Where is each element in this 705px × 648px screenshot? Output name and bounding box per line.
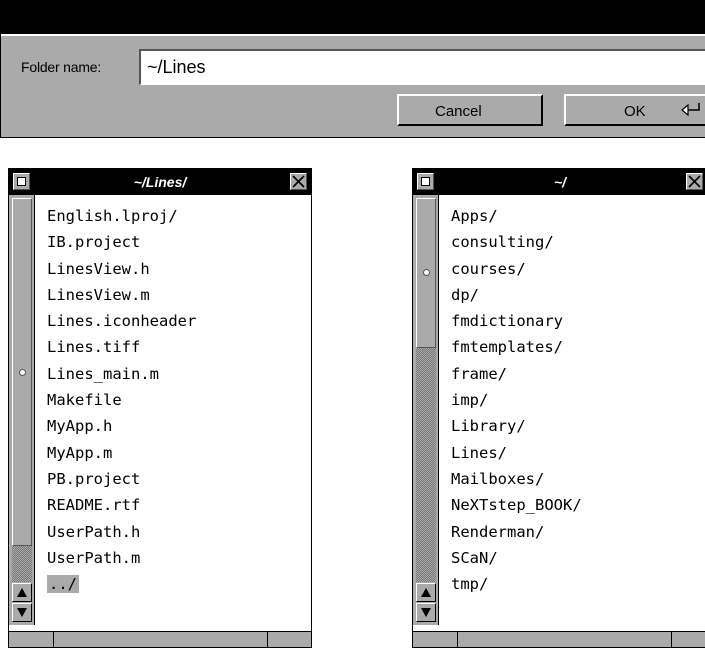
list-item[interactable]: dp/	[443, 282, 582, 308]
arrow-down-icon	[421, 608, 431, 617]
list-item[interactable]: fmdictionary	[443, 308, 582, 334]
close-icon	[292, 175, 305, 188]
bottom-bar-divider	[457, 632, 458, 647]
browser-lines-list: English.lproj/ IB.project LinesView.h Li…	[39, 203, 196, 597]
list-item[interactable]: Renderman/	[443, 519, 582, 545]
arrow-up-icon	[17, 588, 27, 597]
list-item[interactable]: Lines.iconheader	[39, 308, 196, 334]
close-icon	[688, 175, 701, 188]
scroll-knob-dimple	[19, 369, 26, 376]
return-key-icon	[680, 101, 702, 121]
bottom-bar-divider	[671, 632, 672, 647]
browser-lines-window: ~/Lines/ English.lproj/ IB.project Lines…	[8, 168, 312, 648]
browser-home-list: Apps/ consulting/ courses/ dp/ fmdiction…	[443, 203, 582, 597]
list-item[interactable]: README.rtf	[39, 492, 196, 518]
browser-lines-title: ~/Lines/	[133, 174, 187, 190]
list-item[interactable]: frame/	[443, 361, 582, 387]
list-item[interactable]: Makefile	[39, 387, 196, 413]
browser-home-scroller[interactable]	[413, 195, 439, 625]
list-item[interactable]: LinesView.m	[39, 282, 196, 308]
list-item[interactable]: imp/	[443, 387, 582, 413]
list-item[interactable]: Lines_main.m	[39, 361, 196, 387]
scroll-trough[interactable]	[12, 546, 32, 582]
close-button[interactable]	[290, 173, 307, 190]
list-item[interactable]: tmp/	[443, 571, 582, 597]
scroll-knob-dimple	[423, 269, 430, 276]
scroll-down-button[interactable]	[416, 603, 436, 622]
arrow-down-icon	[17, 608, 27, 617]
list-item[interactable]: consulting/	[443, 229, 582, 255]
list-item[interactable]: courses/	[443, 256, 582, 282]
list-item[interactable]: Library/	[443, 413, 582, 439]
browser-lines-titlebar[interactable]: ~/Lines/	[9, 169, 311, 195]
cancel-button-label: Cancel	[435, 103, 482, 120]
ok-button-label: OK	[624, 103, 646, 120]
list-item[interactable]: Apps/	[443, 203, 582, 229]
list-item[interactable]: NeXTstep_BOOK/	[443, 492, 582, 518]
scroll-down-button[interactable]	[12, 603, 32, 622]
scroll-trough[interactable]	[416, 348, 436, 582]
scroll-up-button[interactable]	[12, 583, 32, 602]
arrow-up-icon	[421, 588, 431, 597]
list-item[interactable]: UserPath.m	[39, 545, 196, 571]
scroll-knob[interactable]	[12, 198, 32, 546]
folder-name-label: Folder name:	[21, 59, 102, 75]
browser-lines-scroller[interactable]	[9, 195, 35, 625]
browser-home-window: ~/ Apps/ consulting/ courses/ dp/ fmdict…	[412, 168, 705, 648]
list-item-selected[interactable]: ../	[39, 571, 196, 597]
browser-home-title: ~/	[553, 174, 567, 190]
list-item[interactable]: fmtemplates/	[443, 334, 582, 360]
list-item[interactable]: MyApp.m	[39, 440, 196, 466]
folder-name-input[interactable]: ~/Lines	[139, 49, 705, 85]
list-item[interactable]: SCaN/	[443, 545, 582, 571]
scroll-knob[interactable]	[416, 198, 436, 348]
list-item[interactable]: IB.project	[39, 229, 196, 255]
browser-home-titlebar[interactable]: ~/	[413, 169, 705, 195]
list-item[interactable]: LinesView.h	[39, 256, 196, 282]
list-item[interactable]: Lines.tiff	[39, 334, 196, 360]
list-item[interactable]: English.lproj/	[39, 203, 196, 229]
browser-home-bottom-bar	[413, 631, 705, 647]
browser-lines-bottom-bar	[9, 631, 311, 647]
list-item[interactable]: MyApp.h	[39, 413, 196, 439]
scroll-up-button[interactable]	[416, 583, 436, 602]
folder-name-panel: Folder name: ~/Lines Cancel OK	[0, 0, 705, 138]
list-item[interactable]: PB.project	[39, 466, 196, 492]
panel-bevel	[1, 34, 705, 36]
list-item[interactable]: UserPath.h	[39, 519, 196, 545]
bottom-bar-divider	[53, 632, 54, 647]
bottom-bar-divider	[267, 632, 268, 647]
ok-button[interactable]: OK	[564, 94, 705, 126]
list-item[interactable]: Lines/	[443, 440, 582, 466]
cancel-button[interactable]: Cancel	[397, 94, 543, 126]
panel-titlebar[interactable]	[1, 0, 705, 34]
close-button[interactable]	[686, 173, 703, 190]
list-item[interactable]: Mailboxes/	[443, 466, 582, 492]
